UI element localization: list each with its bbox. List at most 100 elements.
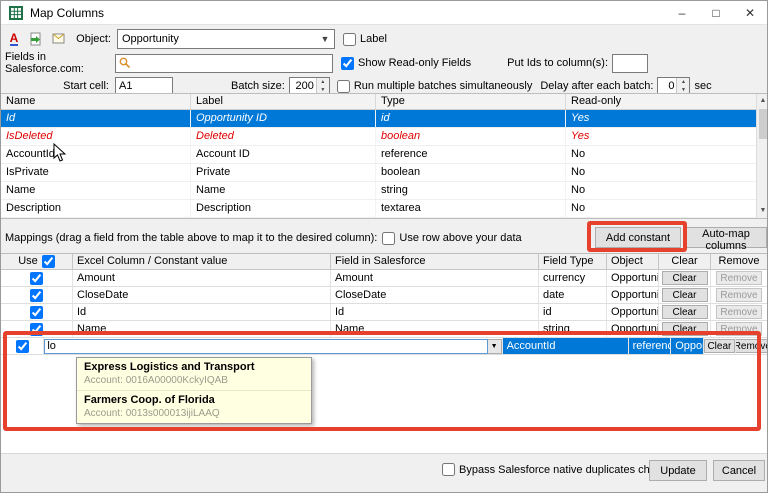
use-checkbox[interactable] [16, 340, 29, 353]
table-row-name[interactable]: Name Name string No [1, 182, 768, 200]
clear-button[interactable]: Clear [662, 288, 708, 302]
bypass-duplicates-checkbox[interactable]: Bypass Salesforce native duplicates chec… [442, 463, 667, 476]
cell-name: IsDeleted [1, 128, 191, 145]
cell-label: Deleted [191, 128, 376, 145]
cell-type: boolean [376, 128, 566, 145]
autocomplete-item[interactable]: Express Logistics and Transport Account:… [77, 358, 311, 390]
import-mapping-icon[interactable] [27, 30, 45, 48]
use-row-above-checkbox-input[interactable] [382, 232, 395, 245]
run-multiple-batches-checkbox[interactable]: Run multiple batches simultaneously [337, 80, 533, 93]
show-readonly-checkbox[interactable]: Show Read-only Fields [341, 57, 471, 70]
lookup-dropdown-icon[interactable]: ▼ [488, 339, 502, 354]
label-checkbox[interactable]: Label [343, 33, 387, 46]
fields-table-scrollbar[interactable]: ▲ ▼ [756, 94, 768, 218]
toolbar: A [5, 30, 69, 48]
bypass-duplicates-checkbox-input[interactable] [442, 463, 455, 476]
remove-button[interactable]: Remove [736, 339, 768, 353]
column-header-type[interactable]: Type [376, 94, 566, 109]
field-search-box[interactable] [115, 54, 333, 73]
mapping-row-amount[interactable]: Amount Amount currency Opportunity Clear… [1, 270, 768, 287]
sec-label: sec [694, 80, 711, 92]
maximize-button[interactable]: □ [699, 1, 733, 24]
use-all-checkbox[interactable] [42, 255, 55, 268]
column-header-name[interactable]: Name [1, 94, 191, 109]
cell-type: id [376, 110, 566, 127]
cell-readonly: No [566, 164, 756, 181]
cell-type: textarea [376, 200, 566, 217]
cell-field-type: string [539, 321, 607, 337]
scrollbar-track [757, 140, 768, 204]
table-row-isdeleted[interactable]: IsDeleted Deleted boolean Yes [1, 128, 768, 146]
batch-size-up-icon[interactable]: ▲ [317, 78, 329, 87]
cell-field-type: id [539, 304, 607, 320]
minimize-button[interactable]: – [665, 1, 699, 24]
clear-button[interactable]: Clear [662, 305, 708, 319]
clear-button[interactable]: Clear [662, 322, 708, 336]
show-readonly-checkbox-input[interactable] [341, 57, 354, 70]
run-multiple-batches-checkbox-input[interactable] [337, 80, 350, 93]
use-checkbox[interactable] [30, 323, 43, 336]
letter-a-icon[interactable]: A [5, 30, 23, 48]
delay-input[interactable] [658, 78, 676, 95]
cell-name: IsPrivate [1, 164, 191, 181]
account-id: Account: 0013s000013ijiLAAQ [84, 408, 304, 419]
use-checkbox[interactable] [30, 289, 43, 302]
cell-label: Description [191, 200, 376, 217]
column-header-readonly[interactable]: Read-only [566, 94, 756, 109]
column-header-clear[interactable]: Clear [659, 254, 711, 269]
object-dropdown[interactable]: Opportunity ▼ [117, 29, 335, 49]
column-header-field-type[interactable]: Field Type [539, 254, 607, 269]
table-row-id[interactable]: Id Opportunity ID id Yes [1, 110, 768, 128]
title-bar: Map Columns – □ ✕ [1, 1, 767, 25]
remove-button: Remove [716, 305, 762, 319]
mapping-row-name[interactable]: Name Name string Opportunity Clear Remov… [1, 321, 768, 338]
use-checkbox[interactable] [30, 272, 43, 285]
use-checkbox[interactable] [30, 306, 43, 319]
auto-map-columns-button[interactable]: Auto-map columns [685, 227, 767, 248]
put-ids-input[interactable] [612, 54, 648, 73]
export-mapping-icon[interactable] [49, 30, 67, 48]
column-header-object[interactable]: Object [607, 254, 659, 269]
fields-table-header: Name Label Type Read-only [1, 94, 756, 110]
salesforce-fields-table: Name Label Type Read-only Id Opportunity… [1, 93, 768, 219]
mapping-row-closedate[interactable]: CloseDate CloseDate date Opportunity Cle… [1, 287, 768, 304]
app-icon [8, 5, 24, 21]
table-row-accountid[interactable]: AccountId Account ID reference No [1, 146, 768, 164]
object-label: Object: [69, 33, 117, 45]
cell-name: Name [1, 182, 191, 199]
put-ids-label: Put Ids to column(s): [507, 57, 608, 69]
label-checkbox-input[interactable] [343, 33, 356, 46]
delay-up-icon[interactable]: ▲ [677, 78, 689, 87]
account-name: Farmers Coop. of Florida [84, 394, 304, 406]
mapping-row-id[interactable]: Id Id id Opportunity Clear Remove [1, 304, 768, 321]
clear-button[interactable]: Clear [662, 271, 708, 285]
cell-field: CloseDate [331, 287, 539, 303]
clear-button[interactable]: Clear [704, 339, 734, 353]
add-constant-button[interactable]: Add constant [595, 227, 681, 248]
close-button[interactable]: ✕ [733, 1, 767, 24]
table-row-isprivate[interactable]: IsPrivate Private boolean No [1, 164, 768, 182]
column-header-label[interactable]: Label [191, 94, 376, 109]
column-header-excel-column[interactable]: Excel Column / Constant value [73, 254, 331, 269]
autocomplete-item[interactable]: Farmers Coop. of Florida Account: 0013s0… [77, 390, 311, 423]
use-row-above-checkbox[interactable]: Use row above your data [382, 232, 521, 245]
column-header-field-in-salesforce[interactable]: Field in Salesforce [331, 254, 539, 269]
remove-button: Remove [716, 288, 762, 302]
column-header-remove[interactable]: Remove [711, 254, 767, 269]
batch-size-input[interactable] [290, 78, 316, 95]
cell-object: Opportunity [671, 338, 704, 354]
scrollbar-thumb[interactable] [759, 109, 767, 139]
cancel-button[interactable]: Cancel [713, 460, 765, 481]
scroll-up-icon[interactable]: ▲ [757, 94, 768, 108]
scroll-down-icon[interactable]: ▼ [757, 204, 768, 218]
mapping-row-accountid[interactable]: ▼ AccountId reference Opportunity Clear … [1, 338, 768, 355]
cell-readonly: Yes [566, 128, 756, 145]
constant-value-input[interactable] [44, 339, 487, 354]
cell-type: boolean [376, 164, 566, 181]
table-row-description[interactable]: Description Description textarea No [1, 200, 768, 218]
account-autocomplete-dropdown: Express Logistics and Transport Account:… [76, 357, 312, 424]
update-button[interactable]: Update [649, 460, 707, 481]
cell-label: Name [191, 182, 376, 199]
field-search-input[interactable] [134, 56, 332, 71]
cell-type: string [376, 182, 566, 199]
